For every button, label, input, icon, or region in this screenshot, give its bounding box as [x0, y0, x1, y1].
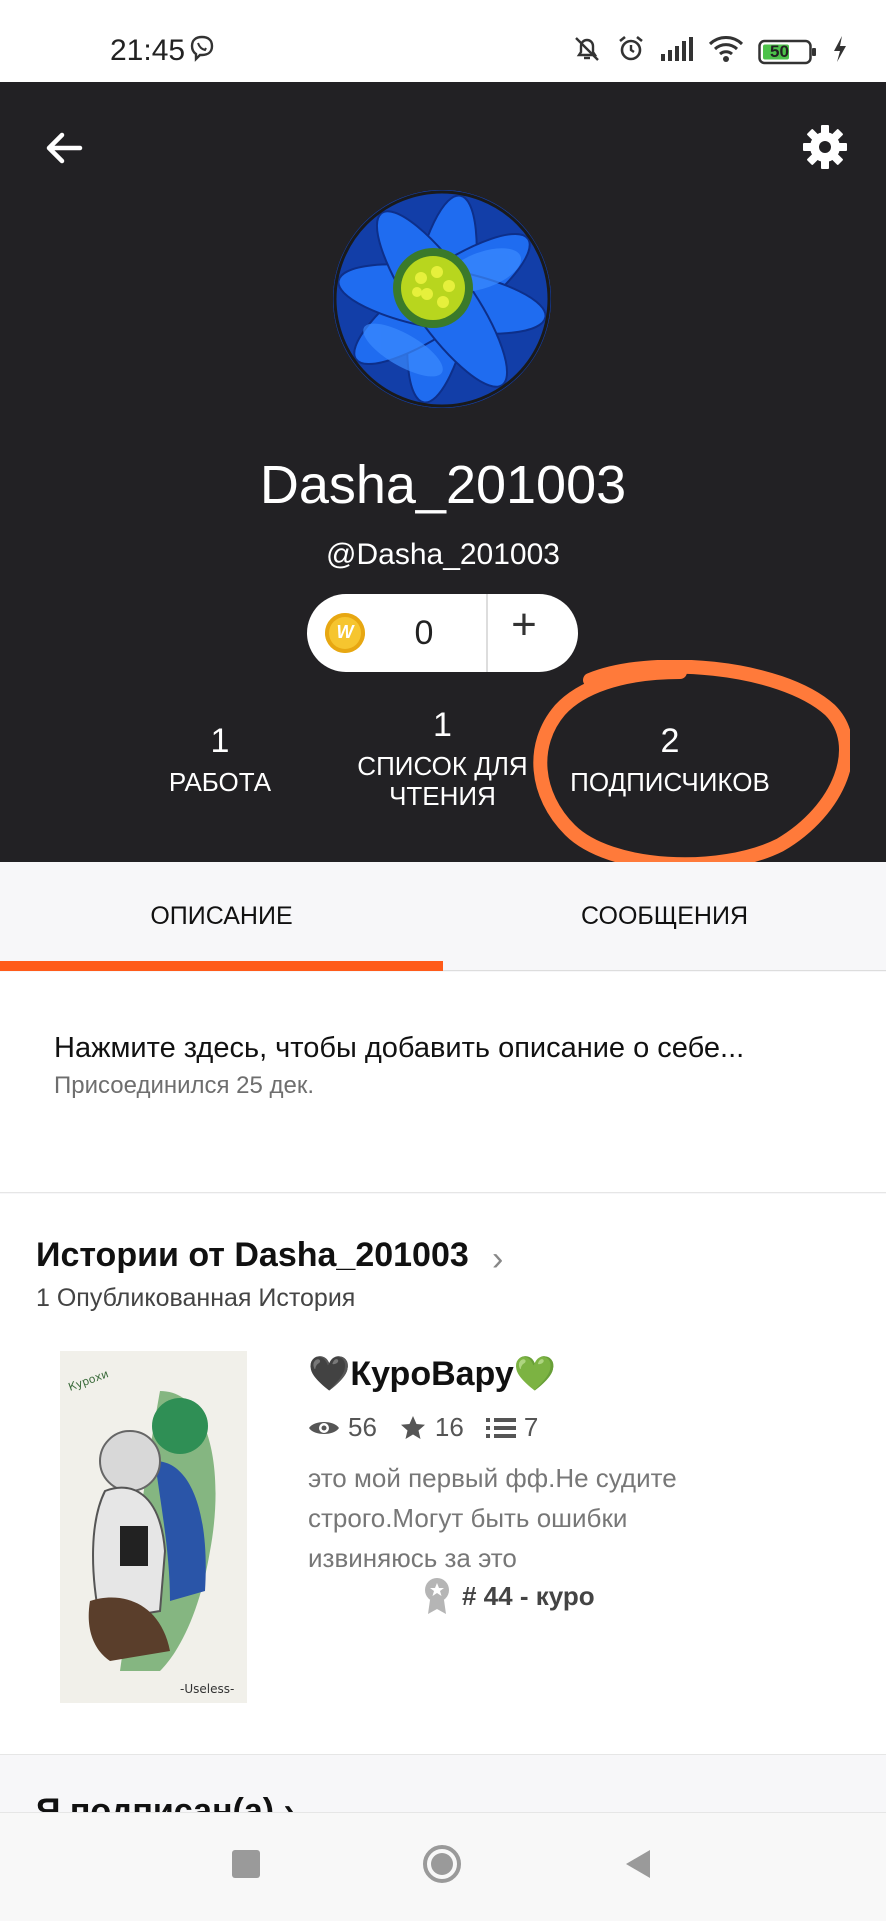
- views-stat: 56: [308, 1412, 377, 1443]
- home-button[interactable]: [422, 1844, 462, 1884]
- stat-works-count: 1: [210, 722, 230, 760]
- coins-divider: [486, 594, 488, 672]
- recents-button[interactable]: [232, 1850, 260, 1878]
- tab-messages[interactable]: СООБЩЕНИЯ: [443, 902, 886, 931]
- display-name: Dasha_201003: [259, 455, 627, 515]
- parts-count: 7: [523, 1412, 539, 1442]
- battery-icon: 50: [758, 39, 818, 65]
- stat-works-label: РАБОТА: [168, 767, 272, 797]
- chevron-right-icon[interactable]: ›: [492, 1240, 503, 1279]
- status-bar: 21:45 50: [0, 0, 886, 82]
- stories-title[interactable]: Истории от Dasha_201003: [36, 1236, 469, 1275]
- status-time: 21:45: [110, 34, 186, 67]
- story-stats: 56 16 7: [308, 1412, 560, 1443]
- stat-reading-lists-count: 1: [433, 706, 452, 744]
- story-rank[interactable]: # 44 - куро: [422, 1576, 595, 1616]
- annotation-circle: [533, 660, 850, 872]
- battery-level: 50: [770, 41, 789, 61]
- back-triangle-icon[interactable]: [622, 1848, 654, 1880]
- tab-description[interactable]: ОПИСАНИЕ: [0, 902, 443, 931]
- list-icon: [485, 1417, 516, 1438]
- alarm-icon: [616, 34, 646, 69]
- add-coins-button[interactable]: +: [489, 600, 559, 650]
- story-description: это мой первый фф.Не судите строго.Могут…: [308, 1463, 677, 1573]
- settings-gear-icon[interactable]: [800, 122, 850, 172]
- stat-reading-lists-label: СПИСОК ДЛЯ ЧТЕНИЯ: [357, 751, 528, 811]
- ranking-badge-icon: [425, 1578, 449, 1614]
- user-handle: @Dasha_201003: [326, 538, 560, 571]
- stat-works[interactable]: 1 РАБОТА: [130, 722, 310, 797]
- wifi-icon: [708, 35, 744, 68]
- coin-count: 0: [414, 614, 434, 652]
- eye-icon: [309, 1421, 339, 1434]
- votes-stat: 16: [399, 1412, 464, 1443]
- mute-icon: [572, 34, 602, 69]
- back-arrow-icon[interactable]: [42, 126, 86, 170]
- profile-tabs: ОПИСАНИЕ СООБЩЕНИЯ: [0, 862, 886, 971]
- system-nav-bar: [0, 1812, 886, 1921]
- add-description-prompt[interactable]: Нажмите здесь, чтобы добавить описание о…: [54, 1032, 744, 1065]
- viber-icon: [188, 34, 216, 67]
- coin-icon: W: [325, 613, 365, 653]
- votes-count: 16: [434, 1412, 464, 1442]
- story-title[interactable]: 🖤КуроВару💚: [308, 1354, 556, 1394]
- stories-section: Истории от Dasha_201003 › 1 Опубликованн…: [0, 1194, 886, 1755]
- stories-count: 1 Опубликованная История: [36, 1284, 356, 1312]
- signal-icon: [660, 36, 694, 67]
- charging-icon: [832, 35, 848, 68]
- avatar[interactable]: [333, 190, 551, 408]
- about-section[interactable]: Нажмите здесь, чтобы добавить описание о…: [0, 972, 886, 1193]
- active-tab-indicator: [0, 961, 443, 971]
- cover-signature: -Useless-: [180, 1682, 234, 1696]
- views-count: 56: [348, 1412, 377, 1442]
- star-icon: [400, 1415, 425, 1439]
- story-cover[interactable]: Курохи -Useless-: [60, 1351, 247, 1703]
- rank-label: # 44 - куро: [462, 1580, 595, 1611]
- parts-stat: 7: [485, 1412, 539, 1443]
- stat-reading-lists[interactable]: 1 СПИСОК ДЛЯ ЧТЕНИЯ: [350, 706, 535, 811]
- joined-date: Присоединился 25 дек.: [54, 1072, 315, 1099]
